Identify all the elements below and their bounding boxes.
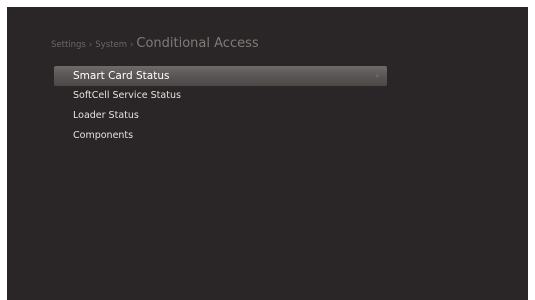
tv-screen: Settings › System › Conditional Access S…: [7, 7, 528, 300]
menu-item-label: Smart Card Status: [73, 70, 170, 82]
screenshot-frame: Settings › System › Conditional Access S…: [0, 0, 535, 300]
breadcrumb-separator: ›: [129, 40, 134, 50]
menu-item-components[interactable]: Components: [54, 126, 387, 146]
settings-menu: Smart Card Status › SoftCell Service Sta…: [54, 66, 387, 146]
breadcrumb-item-settings: Settings: [51, 40, 86, 50]
page-title: Conditional Access: [136, 36, 259, 51]
chevron-right-icon: ›: [375, 71, 379, 80]
menu-item-label: Components: [73, 130, 134, 141]
menu-item-loader-status[interactable]: Loader Status: [54, 106, 387, 126]
menu-item-label: Loader Status: [73, 110, 139, 121]
menu-item-smart-card-status[interactable]: Smart Card Status ›: [54, 66, 387, 86]
breadcrumb-separator: ›: [88, 40, 93, 50]
breadcrumb-item-system: System: [95, 40, 127, 50]
breadcrumb: Settings › System › Conditional Access: [51, 36, 259, 51]
menu-item-softcell-service-status[interactable]: SoftCell Service Status: [54, 86, 387, 106]
menu-item-label: SoftCell Service Status: [73, 90, 181, 101]
